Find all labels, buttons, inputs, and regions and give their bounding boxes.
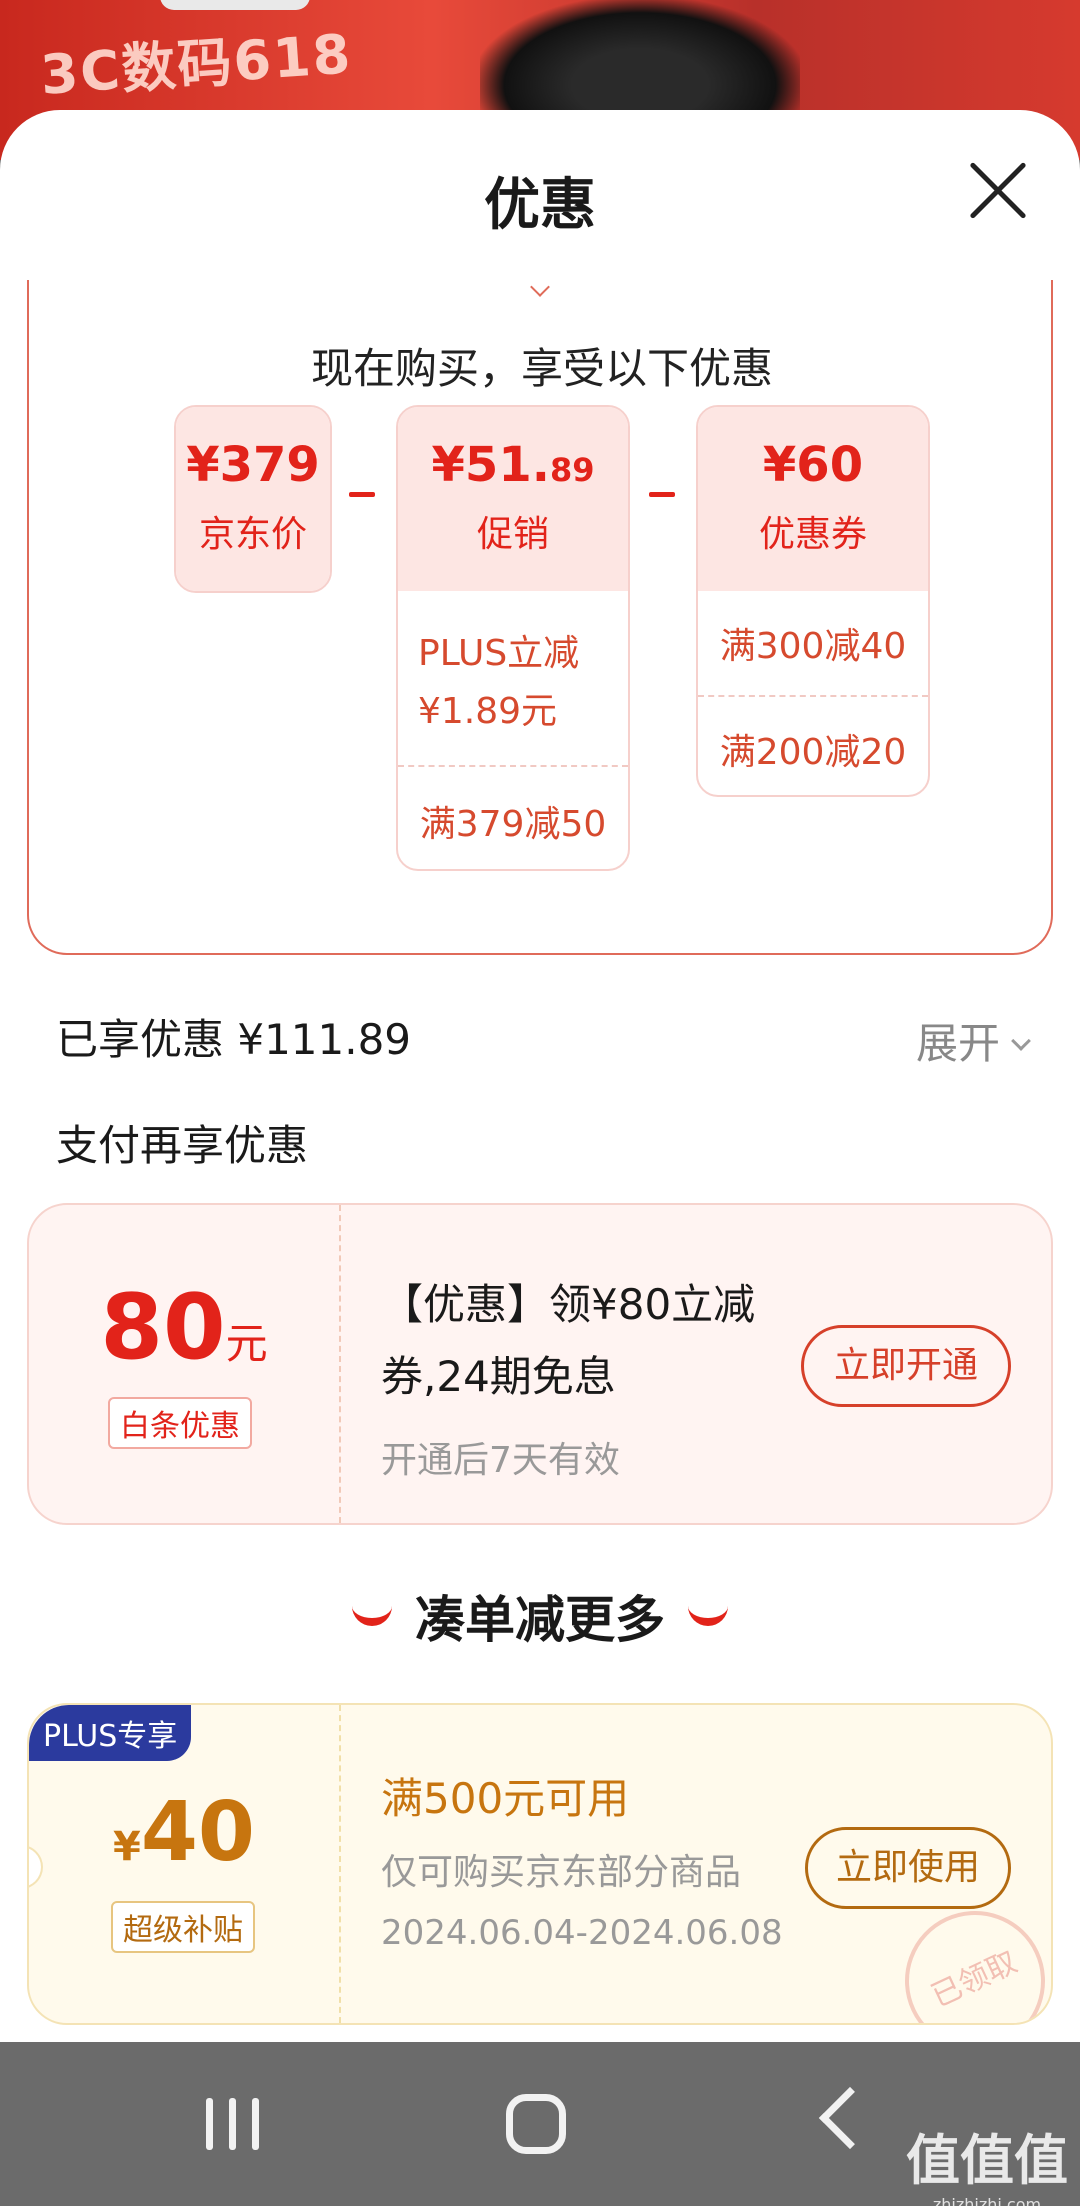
jd-price-amount: ¥379 — [186, 437, 320, 493]
more-discount-title: 凑单减更多 — [415, 1591, 665, 1649]
sheet-header: 优惠 — [0, 110, 1080, 280]
coupon-date: 2024.06.04-2024.06.08 — [381, 1913, 783, 1953]
coupon-amount: ¥60 — [762, 437, 864, 493]
minus-sign — [649, 492, 675, 497]
minus-sign — [349, 492, 375, 497]
banner-pill — [160, 0, 310, 10]
chevron-down-icon — [1011, 1031, 1031, 1051]
pay-section-title: 支付再享优惠 — [56, 1121, 309, 1170]
jd-price-label: 京东价 — [198, 514, 307, 555]
recent-apps-icon[interactable] — [206, 2098, 260, 2150]
promo-box: ¥51.89 促销 PLUS立减 ¥1.89元 满379减50 — [396, 405, 630, 871]
jd-price-box: ¥379 京东价 — [174, 405, 332, 593]
watermark: 值值值 zhizhizhi.com — [906, 2129, 1068, 2206]
subsidy-tag: 超级补贴 — [111, 1901, 255, 1953]
promo-label: 促销 — [476, 514, 549, 555]
coupon-value: ¥40 — [113, 1785, 255, 1880]
coupon-subtitle: 开通后7天有效 — [381, 1440, 620, 1481]
home-icon[interactable] — [506, 2094, 566, 2154]
activate-button[interactable]: 立即开通 — [801, 1325, 1011, 1407]
breakdown-heading: 现在购买，享受以下优惠 — [310, 344, 773, 393]
plus-badge: PLUS专享 — [29, 1705, 192, 1761]
promo-item-full-reduction: 满379减50 — [419, 804, 607, 845]
banner-text: 3C数码618 — [38, 22, 355, 107]
coupon-label: 优惠券 — [758, 514, 867, 555]
promo-item-plus: PLUS立减 ¥1.89元 — [418, 633, 580, 732]
promo-amount: ¥51.89 — [431, 437, 595, 493]
use-now-button[interactable]: 立即使用 — [805, 1827, 1011, 1909]
coupon-box: ¥60 优惠券 满300减40 满200减20 — [696, 405, 930, 797]
coupon-subtitle: 仅可购买京东部分商品 — [381, 1852, 742, 1893]
chevron-down-icon — [529, 280, 551, 302]
discount-breakdown: 现在购买，享受以下优惠 ¥379 京东价 ¥51.89 促销 PLUS立减 ¥1… — [27, 280, 1053, 955]
coupon-title: 【优惠】领¥80立减券,24期免息 — [381, 1280, 756, 1401]
coupon-title: 满500元可用 — [381, 1774, 630, 1823]
expand-button[interactable]: 展开 — [916, 1010, 1031, 1071]
baitiao-tag: 白条优惠 — [108, 1397, 252, 1449]
coupon-value: 80元 — [100, 1275, 268, 1380]
coupon-item: 满200减20 — [719, 732, 907, 773]
baitiao-coupon-card: 80元 白条优惠 【优惠】领¥80立减券,24期免息 开通后7天有效 立即开通 — [27, 1203, 1053, 1525]
sheet-title: 优惠 — [484, 173, 596, 238]
back-icon[interactable] — [818, 2086, 882, 2150]
enjoyed-discount: 已享优惠 ¥111.89 — [56, 1015, 412, 1064]
close-icon[interactable] — [968, 160, 1028, 220]
coupon-item: 满300减40 — [719, 626, 907, 667]
plus-coupon-card: PLUS专享 ¥40 超级补贴 满500元可用 仅可购买京东部分商品 2024.… — [27, 1703, 1053, 2025]
